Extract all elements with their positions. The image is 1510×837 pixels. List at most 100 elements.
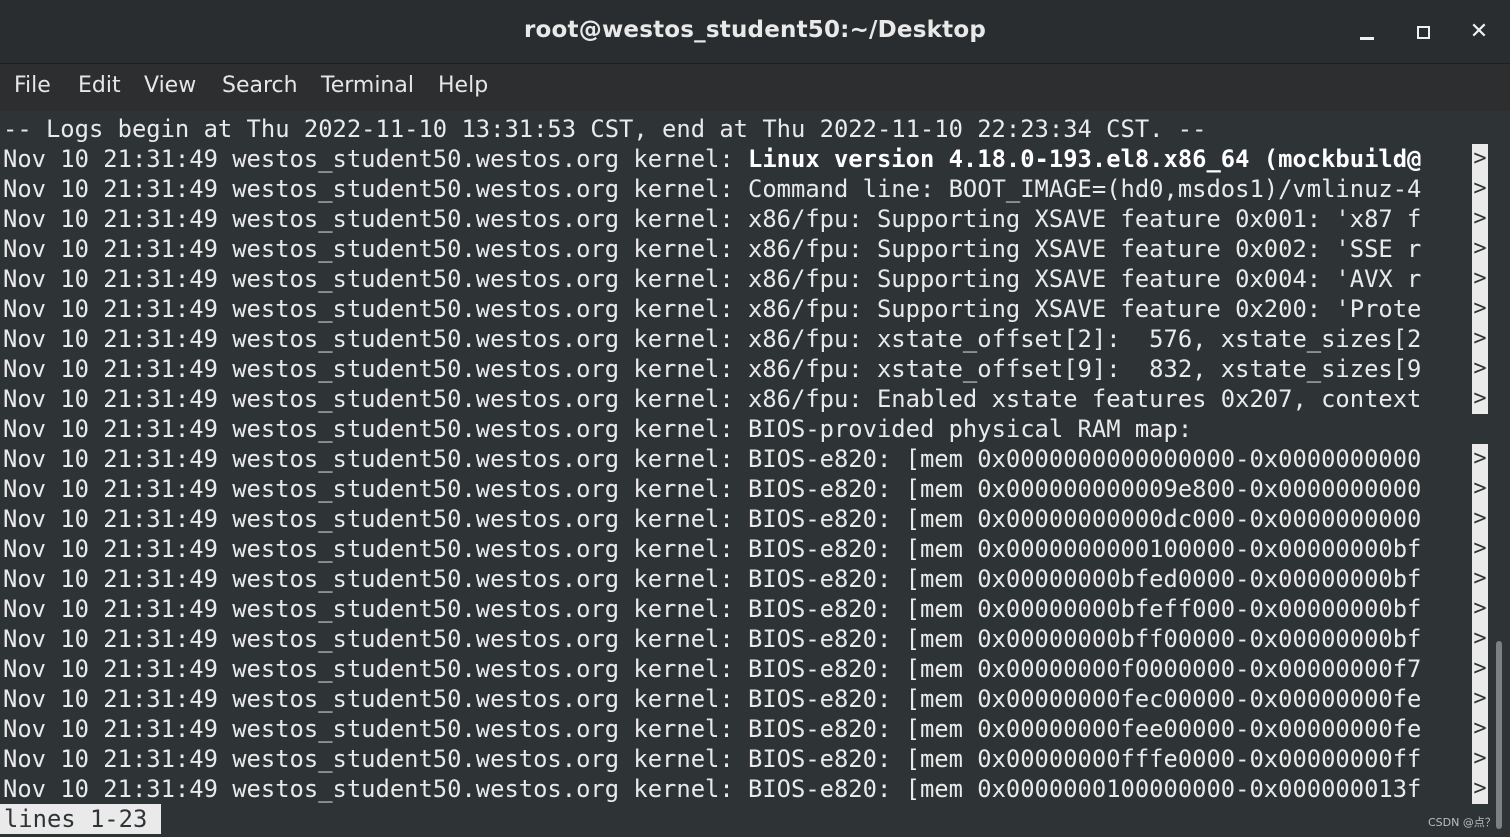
log-prefix: Nov 10 21:31:49 westos_student50.westos.… (3, 625, 749, 653)
log-line: Nov 10 21:31:49 westos_student50.westos.… (3, 774, 1421, 804)
minimize-icon (1360, 37, 1374, 40)
truncation-marker: > (1472, 774, 1488, 804)
log-prefix: Nov 10 21:31:49 westos_student50.westos.… (3, 685, 749, 713)
truncation-marker: > (1472, 654, 1488, 684)
maximize-icon (1417, 26, 1430, 39)
truncation-marker: > (1472, 354, 1488, 384)
truncation-marker: > (1472, 714, 1488, 744)
log-message: x86/fpu: Supporting XSAVE feature 0x001:… (748, 205, 1422, 233)
log-prefix: Nov 10 21:31:49 westos_student50.westos.… (3, 415, 749, 443)
scrollbar[interactable] (1488, 111, 1510, 837)
menu-help[interactable]: Help (438, 73, 488, 98)
terminal-window: root@westos_student50:~/Desktop ✕ File E… (0, 0, 1510, 837)
minimize-button[interactable] (1353, 18, 1381, 46)
log-prefix: Nov 10 21:31:49 westos_student50.westos.… (3, 745, 749, 773)
truncation-marker: > (1472, 624, 1488, 654)
log-message: x86/fpu: Supporting XSAVE feature 0x002:… (748, 235, 1422, 263)
log-message: BIOS-e820: [mem 0x00000000f0000000-0x000… (748, 655, 1422, 683)
log-line: Nov 10 21:31:49 westos_student50.westos.… (3, 294, 1421, 324)
log-line: Nov 10 21:31:49 westos_student50.westos.… (3, 594, 1421, 624)
log-prefix: Nov 10 21:31:49 westos_student50.westos.… (3, 295, 749, 323)
log-line: Nov 10 21:31:49 westos_student50.westos.… (3, 444, 1421, 474)
terminal-output[interactable]: -- Logs begin at Thu 2022-11-10 13:31:53… (0, 111, 1488, 837)
log-message: BIOS-e820: [mem 0x00000000bfeff000-0x000… (748, 595, 1422, 623)
scrollbar-thumb[interactable] (1496, 641, 1502, 829)
title-bar[interactable]: root@westos_student50:~/Desktop ✕ (0, 0, 1510, 64)
menu-edit[interactable]: Edit (78, 73, 121, 98)
log-message: Command line: BOOT_IMAGE=(hd0,msdos1)/vm… (748, 175, 1422, 203)
log-message: BIOS-e820: [mem 0x00000000bfed0000-0x000… (748, 565, 1422, 593)
log-line: Nov 10 21:31:49 westos_student50.westos.… (3, 174, 1421, 204)
log-line: Nov 10 21:31:49 westos_student50.westos.… (3, 234, 1421, 264)
truncation-marker: > (1472, 744, 1488, 774)
log-prefix: Nov 10 21:31:49 westos_student50.westos.… (3, 265, 749, 293)
menu-view[interactable]: View (144, 73, 196, 98)
close-button[interactable]: ✕ (1465, 18, 1493, 46)
log-line: Nov 10 21:31:49 westos_student50.westos.… (3, 204, 1421, 234)
truncation-marker: > (1472, 384, 1488, 414)
truncation-marker: > (1472, 444, 1488, 474)
log-message: BIOS-e820: [mem 0x00000000fee00000-0x000… (748, 715, 1422, 743)
log-line: Nov 10 21:31:49 westos_student50.westos.… (3, 744, 1421, 774)
log-line: Nov 10 21:31:49 westos_student50.westos.… (3, 384, 1421, 414)
window-title: root@westos_student50:~/Desktop (524, 17, 986, 43)
log-prefix: Nov 10 21:31:49 westos_student50.westos.… (3, 715, 749, 743)
log-prefix: Nov 10 21:31:49 westos_student50.westos.… (3, 775, 749, 803)
log-message: x86/fpu: Supporting XSAVE feature 0x004:… (748, 265, 1422, 293)
truncation-marker: > (1472, 534, 1488, 564)
log-prefix: Nov 10 21:31:49 westos_student50.westos.… (3, 235, 749, 263)
truncation-marker: > (1472, 594, 1488, 624)
log-line: Nov 10 21:31:49 westos_student50.westos.… (3, 354, 1421, 384)
truncation-marker: > (1472, 474, 1488, 504)
maximize-button[interactable] (1409, 18, 1437, 46)
menu-search[interactable]: Search (222, 73, 298, 98)
menu-file[interactable]: File (14, 73, 51, 98)
truncation-marker: > (1472, 174, 1488, 204)
log-prefix: Nov 10 21:31:49 westos_student50.westos.… (3, 595, 749, 623)
truncation-marker: > (1472, 564, 1488, 594)
log-line: Nov 10 21:31:49 westos_student50.westos.… (3, 414, 1192, 444)
close-icon: ✕ (1469, 19, 1489, 44)
truncation-marker: > (1472, 324, 1488, 354)
log-line: Nov 10 21:31:49 westos_student50.westos.… (3, 324, 1421, 354)
truncation-marker: > (1472, 234, 1488, 264)
log-line: Nov 10 21:31:49 westos_student50.westos.… (3, 624, 1421, 654)
log-prefix: Nov 10 21:31:49 westos_student50.westos.… (3, 475, 749, 503)
log-prefix: Nov 10 21:31:49 westos_student50.westos.… (3, 385, 749, 413)
log-line: Nov 10 21:31:49 westos_student50.westos.… (3, 714, 1421, 744)
truncation-marker: > (1472, 204, 1488, 234)
log-prefix: Nov 10 21:31:49 westos_student50.westos.… (3, 325, 749, 353)
log-prefix: Nov 10 21:31:49 westos_student50.westos.… (3, 565, 749, 593)
truncation-marker: > (1472, 144, 1488, 174)
log-prefix: Nov 10 21:31:49 westos_student50.westos.… (3, 205, 749, 233)
log-message: Linux version 4.18.0-193.el8.x86_64 (moc… (748, 145, 1422, 173)
log-line: Nov 10 21:31:49 westos_student50.westos.… (3, 534, 1421, 564)
log-message: x86/fpu: Supporting XSAVE feature 0x200:… (748, 295, 1422, 323)
log-message: BIOS-e820: [mem 0x0000000000000000-0x000… (748, 445, 1422, 473)
log-header-line: -- Logs begin at Thu 2022-11-10 13:31:53… (3, 115, 1207, 143)
truncation-marker: > (1472, 684, 1488, 714)
menu-terminal[interactable]: Terminal (321, 73, 414, 98)
log-message: x86/fpu: xstate_offset[2]: 576, xstate_s… (748, 325, 1422, 353)
log-line: Nov 10 21:31:49 westos_student50.westos.… (3, 474, 1421, 504)
log-line: Nov 10 21:31:49 westos_student50.westos.… (3, 564, 1421, 594)
pager-status: lines 1-23 (0, 804, 162, 834)
log-prefix: Nov 10 21:31:49 westos_student50.westos.… (3, 445, 749, 473)
truncation-marker: > (1472, 504, 1488, 534)
watermark: CSDN @点？ (1428, 816, 1496, 829)
log-message: BIOS-provided physical RAM map: (748, 415, 1193, 443)
truncation-marker: > (1472, 294, 1488, 324)
log-message: BIOS-e820: [mem 0x00000000bff00000-0x000… (748, 625, 1422, 653)
log-prefix: Nov 10 21:31:49 westos_student50.westos.… (3, 175, 749, 203)
log-line: Nov 10 21:31:49 westos_student50.westos.… (3, 654, 1421, 684)
log-message: BIOS-e820: [mem 0x0000000100000000-0x000… (748, 775, 1422, 803)
log-prefix: Nov 10 21:31:49 westos_student50.westos.… (3, 655, 749, 683)
log-message: x86/fpu: xstate_offset[9]: 832, xstate_s… (748, 355, 1422, 383)
log-prefix: Nov 10 21:31:49 westos_student50.westos.… (3, 535, 749, 563)
log-message: BIOS-e820: [mem 0x000000000009e800-0x000… (748, 475, 1422, 503)
log-line: Nov 10 21:31:49 westos_student50.westos.… (3, 684, 1421, 714)
log-message: x86/fpu: Enabled xstate features 0x207, … (748, 385, 1422, 413)
log-line: Nov 10 21:31:49 westos_student50.westos.… (3, 144, 1421, 174)
log-prefix: Nov 10 21:31:49 westos_student50.westos.… (3, 145, 749, 173)
log-line: Nov 10 21:31:49 westos_student50.westos.… (3, 264, 1421, 294)
